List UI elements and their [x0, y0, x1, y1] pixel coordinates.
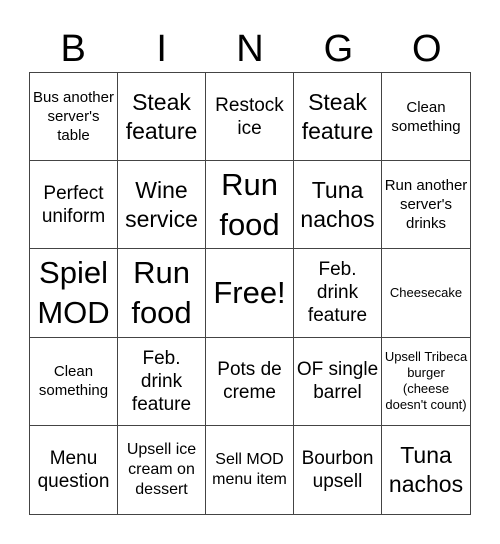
- bingo-cell[interactable]: Wine service: [118, 161, 206, 250]
- bingo-cell-text: Steak feature: [301, 88, 374, 144]
- bingo-cell-text: Perfect uniform: [41, 182, 106, 227]
- bingo-cell[interactable]: Free!: [206, 249, 294, 338]
- bingo-cell[interactable]: Upsell Tribeca burger (cheese doesn't co…: [382, 338, 470, 426]
- bingo-cell[interactable]: Spiel MOD: [30, 249, 118, 338]
- bingo-cell[interactable]: Run another server's drinks: [382, 161, 470, 250]
- bingo-cell[interactable]: Pots de creme: [206, 337, 294, 426]
- bingo-cell-text: Tuna nachos: [300, 176, 375, 232]
- bingo-cell[interactable]: Upsell ice cream on dessert: [118, 425, 206, 514]
- bingo-cell-text: Bus another server's table: [33, 89, 114, 145]
- bingo-cell[interactable]: Perfect uniform: [30, 161, 118, 250]
- bingo-cell-text: Clean something: [391, 98, 461, 135]
- bingo-cell[interactable]: Sell MOD menu item: [206, 425, 294, 514]
- bingo-cell[interactable]: Clean something: [30, 337, 118, 426]
- bingo-cell[interactable]: Run food: [206, 161, 294, 250]
- bingo-cell[interactable]: Bus another server's table: [30, 73, 118, 162]
- bingo-cell[interactable]: Run food: [118, 249, 206, 338]
- bingo-cell[interactable]: Steak feature: [118, 73, 206, 162]
- bingo-cell-text: Clean something: [38, 363, 109, 400]
- bingo-cell-text: Run another server's drinks: [384, 177, 468, 233]
- bingo-cell[interactable]: Menu question: [30, 425, 118, 514]
- bingo-cell[interactable]: Clean something: [382, 73, 470, 162]
- bingo-cell-text: Run food: [131, 254, 192, 330]
- bingo-cell-text: Upsell Tribeca burger (cheese doesn't co…: [384, 349, 468, 413]
- bingo-cell[interactable]: Feb. drink feature: [118, 337, 206, 426]
- bingo-header: B I N G O: [29, 24, 471, 74]
- bingo-cell-text: Cheesecake: [389, 284, 463, 300]
- bingo-cell[interactable]: OF single barrel: [294, 337, 382, 426]
- bingo-cell-text: OF single barrel: [296, 359, 379, 404]
- header-letter-n: N: [236, 28, 264, 70]
- bingo-grid: Bus another server's table Steak feature R…: [29, 72, 471, 515]
- header-letter-i: I: [156, 28, 167, 70]
- bingo-cell-text: Restock ice: [215, 94, 284, 139]
- bingo-cell-text: Steak feature: [125, 88, 198, 144]
- bingo-cell[interactable]: Steak feature: [294, 73, 382, 162]
- header-letter-o: O: [412, 28, 442, 70]
- bingo-cell[interactable]: Cheesecake: [382, 249, 470, 338]
- bingo-cell-text: Bourbon upsell: [301, 447, 374, 492]
- bingo-cell-text: Wine service: [125, 176, 198, 232]
- bingo-cell-text: Sell MOD menu item: [212, 450, 287, 488]
- bingo-cell-text: Free!: [213, 274, 286, 310]
- bingo-cell[interactable]: Restock ice: [206, 73, 294, 162]
- bingo-cell-text: Pots de creme: [217, 359, 282, 404]
- bingo-cell-text: Run food: [219, 166, 280, 242]
- bingo-cell[interactable]: Bourbon upsell: [294, 425, 382, 514]
- header-letter-g: G: [323, 28, 354, 70]
- bingo-cell-text: Menu question: [37, 447, 110, 492]
- bingo-cell-text: Tuna nachos: [388, 441, 464, 497]
- bingo-cell-text: Feb. drink feature: [131, 347, 192, 415]
- bingo-cell-text: Upsell ice cream on dessert: [126, 440, 197, 498]
- bingo-cell[interactable]: Tuna nachos: [382, 426, 470, 514]
- header-letter-b: B: [60, 28, 86, 70]
- bingo-cell-text: Spiel MOD: [37, 254, 110, 330]
- bingo-cell[interactable]: Tuna nachos: [294, 161, 382, 250]
- bingo-cell-text: Feb. drink feature: [307, 259, 368, 327]
- bingo-cell[interactable]: Feb. drink feature: [294, 249, 382, 338]
